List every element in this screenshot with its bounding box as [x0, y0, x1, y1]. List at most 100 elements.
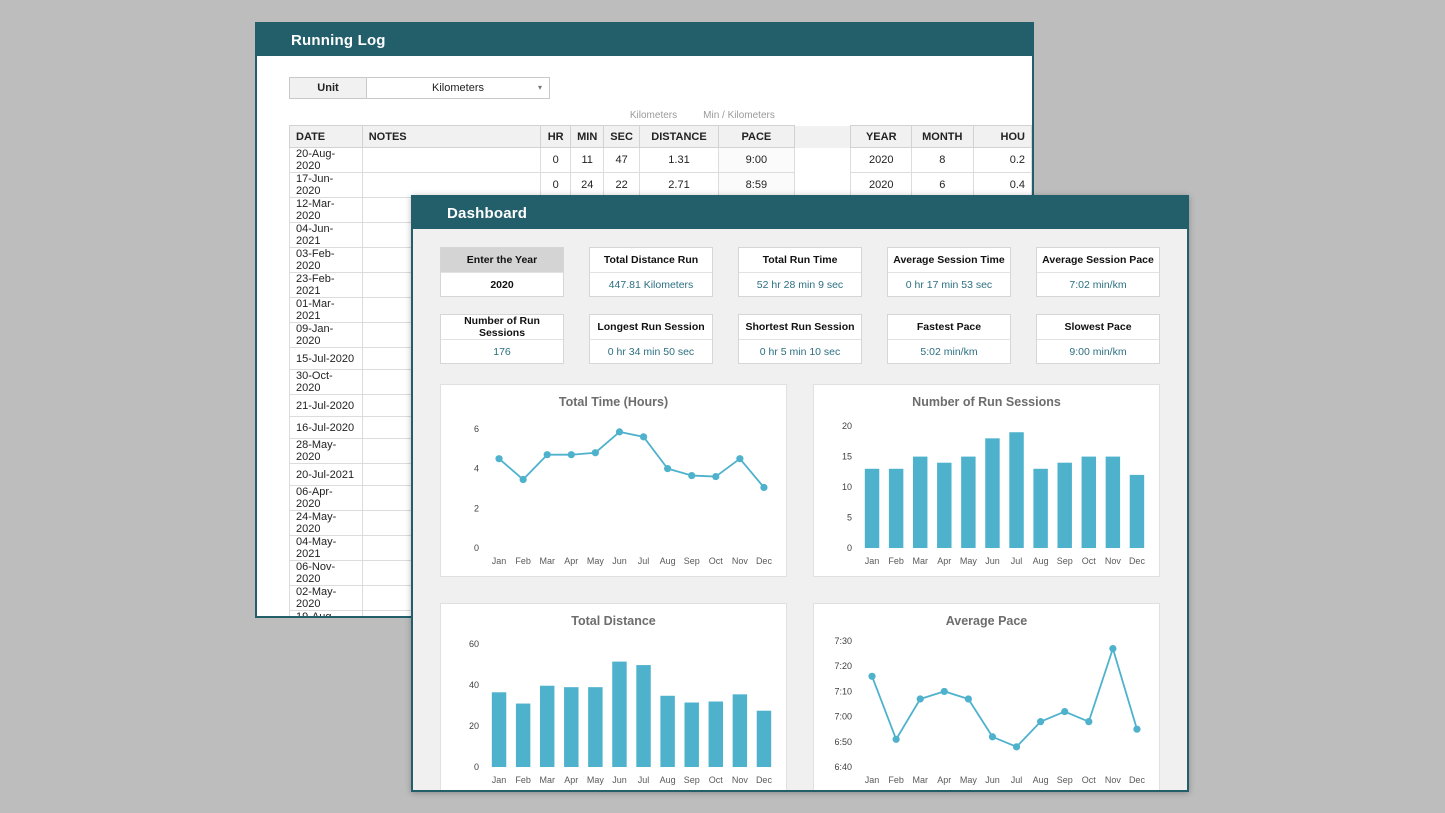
cell-distance[interactable]: 1.31 [639, 148, 718, 173]
cell-hr[interactable]: 0 [541, 148, 571, 173]
kpi-label: Total Distance Run [590, 248, 712, 273]
table-header-row: DATE NOTES HR MIN SEC DISTANCE PACE YEAR… [290, 126, 1032, 148]
cell-date[interactable]: 16-Jul-2020 [290, 417, 363, 439]
svg-text:Feb: Feb [515, 775, 531, 785]
col-header-year[interactable]: YEAR [851, 126, 912, 148]
unit-dropdown[interactable]: Kilometers ▾ [367, 77, 550, 99]
cell-date[interactable]: 17-Jun-2020 [290, 173, 363, 198]
col-header-hours[interactable]: HOU [973, 126, 1032, 148]
cell-date[interactable]: 15-Jul-2020 [290, 348, 363, 370]
cell-date[interactable]: 21-Jul-2020 [290, 395, 363, 417]
cell-date[interactable]: 09-Jan-2020 [290, 323, 363, 348]
unit-label: Unit [289, 77, 367, 99]
charts-grid: Total Time (Hours)0246JanFebMarAprMayJun… [440, 384, 1167, 792]
cell-date[interactable]: 06-Nov-2020 [290, 561, 363, 586]
svg-text:Sep: Sep [1057, 775, 1073, 785]
svg-text:Aug: Aug [1033, 775, 1049, 785]
cell-date[interactable]: 19-Aug-2020 [290, 611, 363, 619]
svg-text:15: 15 [842, 452, 852, 462]
cell-notes[interactable] [362, 148, 540, 173]
col-header-distance[interactable]: DISTANCE [639, 126, 718, 148]
chart-title: Total Time (Hours) [441, 385, 786, 409]
svg-text:Nov: Nov [1105, 775, 1122, 785]
col-header-sec[interactable]: SEC [604, 126, 640, 148]
cell-hours[interactable]: 0.4 [973, 173, 1032, 198]
dashboard-body: Enter the Year2020 Total Distance Run447.… [413, 229, 1187, 792]
kpi-card: Total Distance Run447.81 Kilometers [589, 247, 713, 297]
cell-date[interactable]: 04-May-2021 [290, 536, 363, 561]
kpi-card: Shortest Run Session0 hr 5 min 10 sec [738, 314, 862, 364]
kpi-label: Number of Run Sessions [441, 315, 563, 340]
svg-text:60: 60 [469, 639, 479, 649]
cell-date[interactable]: 12-Mar-2020 [290, 198, 363, 223]
cell-sec[interactable]: 47 [604, 148, 640, 173]
cell-date[interactable]: 23-Feb-2021 [290, 273, 363, 298]
col-header-pace[interactable]: PACE [719, 126, 795, 148]
svg-text:Apr: Apr [937, 556, 951, 566]
cell-date[interactable]: 01-Mar-2021 [290, 298, 363, 323]
svg-text:Jul: Jul [1011, 556, 1023, 566]
svg-text:7:30: 7:30 [834, 636, 852, 646]
kpi-card: Number of Run Sessions176 [440, 314, 564, 364]
kpi-card[interactable]: Enter the Year2020 [440, 247, 564, 297]
cell-date[interactable]: 28-May-2020 [290, 439, 363, 464]
svg-text:Jan: Jan [492, 556, 507, 566]
kpi-card: Fastest Pace5:02 min/km [887, 314, 1011, 364]
cell-hr[interactable]: 0 [541, 173, 571, 198]
kpi-card: Longest Run Session0 hr 34 min 50 sec [589, 314, 713, 364]
subheader-pace-unit: Min / Kilometers [699, 110, 779, 121]
cell-min[interactable]: 24 [571, 173, 604, 198]
kpi-label: Average Session Time [888, 248, 1010, 273]
svg-text:Sep: Sep [684, 556, 700, 566]
svg-text:May: May [960, 775, 978, 785]
cell-date[interactable]: 30-Oct-2020 [290, 370, 363, 395]
svg-text:Dec: Dec [756, 556, 773, 566]
svg-text:Nov: Nov [732, 556, 749, 566]
col-header-min[interactable]: MIN [571, 126, 604, 148]
cell-min[interactable]: 11 [571, 148, 604, 173]
cell-date[interactable]: 24-May-2020 [290, 511, 363, 536]
svg-text:Feb: Feb [888, 556, 904, 566]
table-row[interactable]: 17-Jun-2020 024222.718:59 202060.4 [290, 173, 1032, 198]
col-header-hr[interactable]: HR [541, 126, 571, 148]
chart-card: Total Distance0204060JanFebMarAprMayJunJ… [440, 603, 787, 792]
col-header-notes[interactable]: NOTES [362, 126, 540, 148]
svg-text:Oct: Oct [709, 556, 724, 566]
chart-title: Number of Run Sessions [814, 385, 1159, 409]
svg-text:Jun: Jun [612, 775, 627, 785]
dashboard-titlebar: Dashboard [413, 197, 1187, 229]
cell-year[interactable]: 2020 [851, 173, 912, 198]
cell-date[interactable]: 06-Apr-2020 [290, 486, 363, 511]
cell-date[interactable]: 03-Feb-2020 [290, 248, 363, 273]
kpi-value[interactable]: 2020 [441, 273, 563, 296]
svg-text:20: 20 [842, 421, 852, 431]
table-row[interactable]: 20-Aug-2020 011471.319:00 202080.2 [290, 148, 1032, 173]
cell-sec[interactable]: 22 [604, 173, 640, 198]
kpi-label: Slowest Pace [1037, 315, 1159, 340]
table-unit-subheaders: Kilometers Min / Kilometers [289, 107, 1032, 121]
cell-date[interactable]: 04-Jun-2021 [290, 223, 363, 248]
cell-distance[interactable]: 2.71 [639, 173, 718, 198]
cell-date[interactable]: 20-Jul-2021 [290, 464, 363, 486]
svg-text:Aug: Aug [1033, 556, 1049, 566]
cell-notes[interactable] [362, 173, 540, 198]
cell-pace[interactable]: 8:59 [719, 173, 795, 198]
col-header-month[interactable]: MONTH [912, 126, 973, 148]
chart-plot-area: 05101520JanFebMarAprMayJunJulAugSepOctNo… [814, 409, 1161, 576]
unit-dropdown-value: Kilometers [432, 82, 484, 94]
col-header-date[interactable]: DATE [290, 126, 363, 148]
kpi-label: Longest Run Session [590, 315, 712, 340]
svg-text:40: 40 [469, 680, 479, 690]
cell-gap [794, 173, 851, 198]
cell-date[interactable]: 02-May-2020 [290, 586, 363, 611]
cell-month[interactable]: 6 [912, 173, 973, 198]
kpi-value: 0 hr 17 min 53 sec [888, 273, 1010, 296]
cell-month[interactable]: 8 [912, 148, 973, 173]
cell-hours[interactable]: 0.2 [973, 148, 1032, 173]
cell-date[interactable]: 20-Aug-2020 [290, 148, 363, 173]
cell-pace[interactable]: 9:00 [719, 148, 795, 173]
cell-year[interactable]: 2020 [851, 148, 912, 173]
kpi-value: 5:02 min/km [888, 340, 1010, 363]
svg-text:Feb: Feb [515, 556, 531, 566]
svg-text:Nov: Nov [732, 775, 749, 785]
